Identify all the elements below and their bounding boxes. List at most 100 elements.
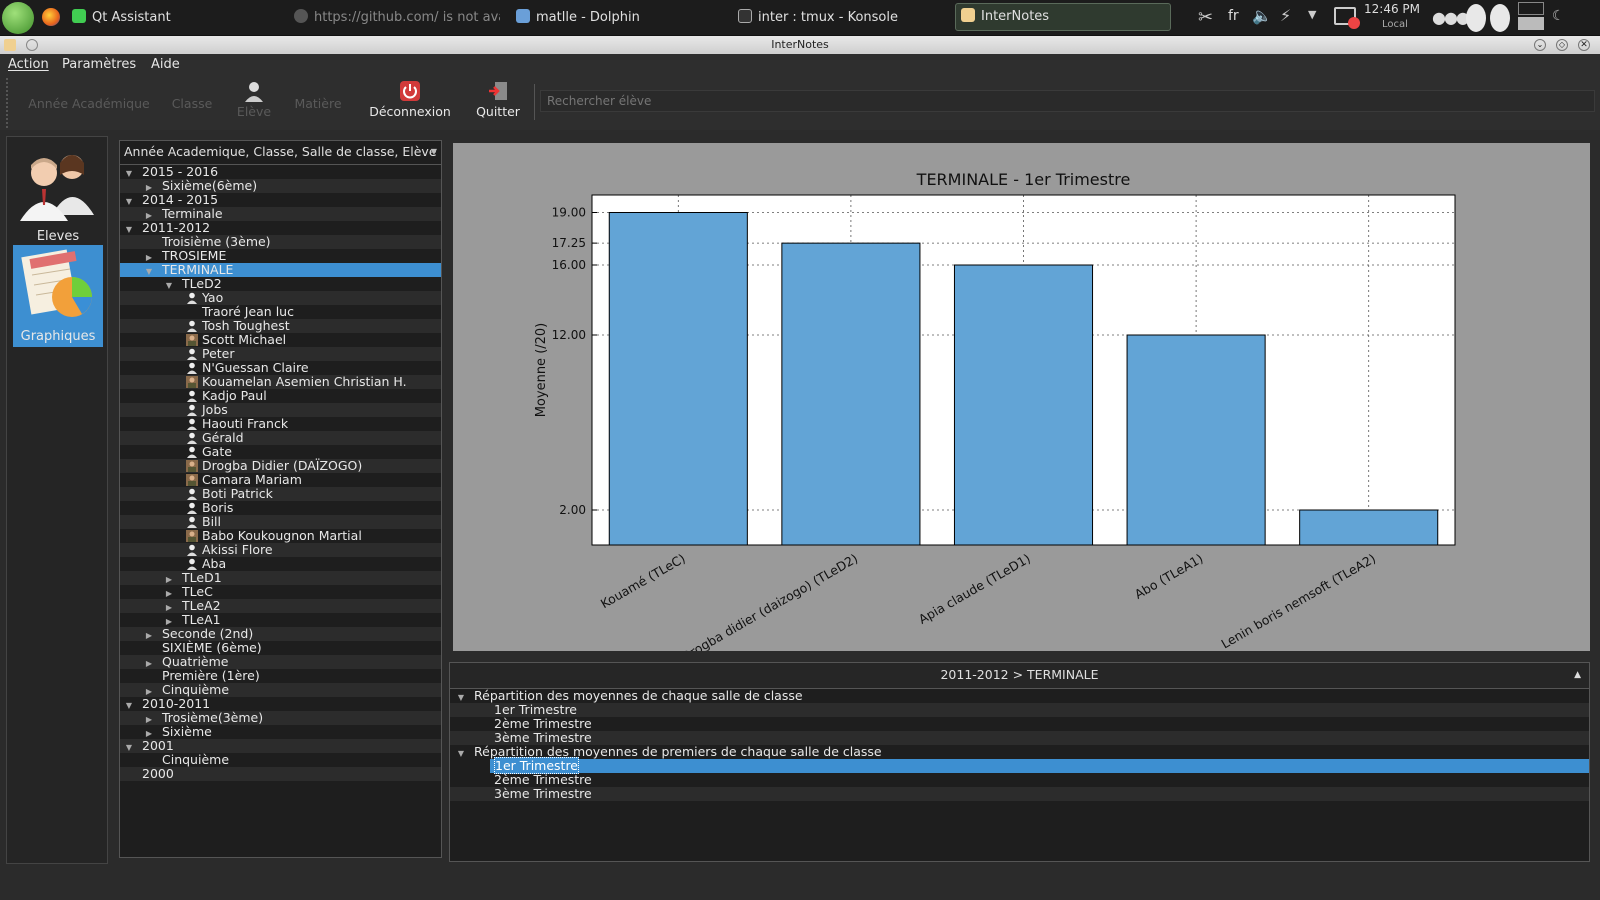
window-menu-icon[interactable] [4, 39, 16, 51]
tree-row[interactable]: Bill [120, 515, 441, 529]
report-row[interactable]: 2ème Trimestre [450, 773, 1589, 787]
tree-row[interactable]: Scott Michael [120, 333, 441, 347]
tree-row[interactable]: ▶ Trosième(3ème) [120, 711, 441, 725]
more-dots-icon[interactable]: ●●● [1432, 8, 1470, 27]
pin-icon[interactable] [26, 39, 38, 51]
tree-header[interactable]: Année Academique, Classe, Salle de class… [120, 141, 441, 165]
report-row[interactable]: 1er Trimestre [450, 703, 1589, 717]
tree-row[interactable]: Aba [120, 557, 441, 571]
window-titlebar[interactable]: InterNotes ⌄ ◇ ✕ [0, 36, 1600, 54]
moon-icon[interactable]: ☾ [1552, 8, 1565, 24]
tree-row[interactable]: ▶ TLeC [120, 585, 441, 599]
tree-row[interactable]: ▼ TLeD2 [120, 277, 441, 291]
app-launcher-icon[interactable] [2, 2, 34, 34]
tree-row[interactable]: ▶ TROSIEME [120, 249, 441, 263]
tree-row[interactable]: Kadjo Paul [120, 389, 441, 403]
tree-row[interactable]: ▶ Cinquième [120, 683, 441, 697]
deconnexion-button[interactable]: Déconnexion [360, 80, 460, 126]
report-row[interactable]: 2ème Trimestre [450, 717, 1589, 731]
tree-row[interactable]: Jobs [120, 403, 441, 417]
tree-row[interactable]: ▶ TLeA2 [120, 599, 441, 613]
tree-row[interactable]: ▶ Terminale [120, 207, 441, 221]
report-row[interactable]: ▼ Répartition des moyennes de chaque sall… [450, 689, 1589, 703]
tree-row[interactable]: Traoré Jean luc [120, 305, 441, 319]
tree-row[interactable]: ▼ 2014 - 2015 [120, 193, 441, 207]
report-row[interactable]: 3ème Trimestre [450, 731, 1589, 745]
classe-button[interactable]: Classe [166, 80, 218, 126]
toolbar-handle[interactable] [6, 78, 10, 128]
report-row[interactable]: ▼ Répartition des moyennes de premiers de… [450, 745, 1589, 759]
expand-arrow-icon[interactable]: ▼ [456, 747, 466, 761]
tree-row[interactable]: ▼ 2011-2012 [120, 221, 441, 235]
tree-row[interactable]: Troisième (3ème) [120, 235, 441, 249]
tree-row[interactable]: Gate [120, 445, 441, 459]
eleve-button[interactable]: Elève [232, 80, 276, 126]
tree-row[interactable]: Babo Koukougnon Martial [120, 529, 441, 543]
tree-row[interactable]: 2000 [120, 767, 441, 781]
tree-row[interactable]: ▶ Sixième [120, 725, 441, 739]
tree-row[interactable]: Première (1ère) [120, 669, 441, 683]
tree-row[interactable]: ▼ 2015 - 2016 [120, 165, 441, 179]
collapse-arrow-icon[interactable]: ▲ [1574, 663, 1581, 687]
pager-icon-2[interactable] [1490, 4, 1510, 32]
tree-row[interactable]: Cinquième [120, 753, 441, 767]
report-row[interactable]: 3ème Trimestre [450, 787, 1589, 801]
annee-button[interactable]: Année Académique [24, 80, 154, 126]
menu-aide[interactable]: Aide [151, 57, 180, 72]
tree-row[interactable]: ▶ Sixième(6ème) [120, 179, 441, 193]
close-icon[interactable]: ✕ [1578, 39, 1590, 51]
tree-row[interactable]: ▶ TLeD1 [120, 571, 441, 585]
tree-row[interactable]: Haouti Franck [120, 417, 441, 431]
tree-row[interactable]: ▶ TLeA1 [120, 613, 441, 627]
expand-arrow-icon[interactable]: ▼ [456, 691, 466, 705]
bar [608, 212, 748, 546]
sort-arrow-icon[interactable]: ▼ [431, 141, 437, 163]
class-tree[interactable]: Année Academique, Classe, Salle de class… [119, 140, 442, 858]
tree-row[interactable]: Camara Mariam [120, 473, 441, 487]
keyboard-layout[interactable]: fr [1228, 8, 1239, 24]
minimize-icon[interactable]: ⌄ [1534, 39, 1546, 51]
eleves-button[interactable]: Eleves [13, 145, 103, 247]
tree-row[interactable]: Peter [120, 347, 441, 361]
report-header[interactable]: 2011-2012 > TERMINALE ▲ [450, 663, 1589, 689]
tree-row[interactable]: ▼ 2001 [120, 739, 441, 753]
tree-row[interactable]: ▶ Quatrième [120, 655, 441, 669]
tree-row[interactable]: Yao [120, 291, 441, 305]
taskbar-item-qt-assistant[interactable]: Qt Assistant [72, 6, 272, 30]
matiere-button[interactable]: Matière [288, 80, 348, 126]
maximize-icon[interactable]: ◇ [1556, 39, 1568, 51]
taskbar-item-internotes[interactable]: InterNotes [955, 3, 1171, 31]
firefox-icon[interactable] [42, 8, 60, 26]
tree-row[interactable]: ▼ TERMINALE [120, 263, 441, 277]
menu-action[interactable]: Action [8, 57, 49, 72]
tree-row[interactable]: ▶ Seconde (2nd) [120, 627, 441, 641]
tree-row[interactable]: Boti Patrick [120, 487, 441, 501]
tree-row[interactable]: Gérald [120, 431, 441, 445]
tree-row[interactable]: Akissi Flore [120, 543, 441, 557]
tree-row[interactable]: Kouamelan Asemien Christian H. [120, 375, 441, 389]
desktop-grid-icon[interactable] [1518, 2, 1544, 32]
tree-row[interactable]: Boris [120, 501, 441, 515]
volume-icon[interactable]: 🔈 [1252, 6, 1272, 25]
network-icon[interactable]: ⚡ [1280, 6, 1291, 25]
search-input[interactable] [540, 90, 1595, 112]
taskbar-item-browser[interactable]: https://github.com/ is not avai [294, 6, 500, 30]
chevron-down-icon[interactable]: ▼ [1308, 8, 1316, 21]
taskbar-item-konsole[interactable]: inter : tmux - Konsole [738, 6, 938, 30]
quitter-button[interactable]: Quitter [472, 80, 524, 126]
menu-parametres[interactable]: Paramètres [62, 57, 136, 72]
clock-time[interactable]: 12:46 PM [1364, 2, 1420, 16]
taskbar-item-dolphin[interactable]: matlle - Dolphin [516, 6, 716, 30]
report-tree[interactable]: 2011-2012 > TERMINALE ▲ ▼ Répartition des … [449, 662, 1590, 862]
report-row[interactable]: 1er Trimestre [450, 757, 1589, 774]
tree-row[interactable]: ▼ 2010-2011 [120, 697, 441, 711]
tree-row[interactable]: N'Guessan Claire [120, 361, 441, 375]
tree-row[interactable]: Tosh Toughest [120, 319, 441, 333]
tree-row[interactable]: SIXIÈME (6ème) [120, 641, 441, 655]
tree-row[interactable]: Drogba Didier (DAÏZOGO) [120, 459, 441, 473]
pager-icon[interactable] [1466, 4, 1486, 32]
battery-icon[interactable] [1334, 7, 1360, 29]
scissors-icon[interactable]: ✂ [1198, 7, 1213, 28]
graphiques-button[interactable]: Graphiques [13, 245, 103, 347]
student-icon [186, 292, 198, 304]
